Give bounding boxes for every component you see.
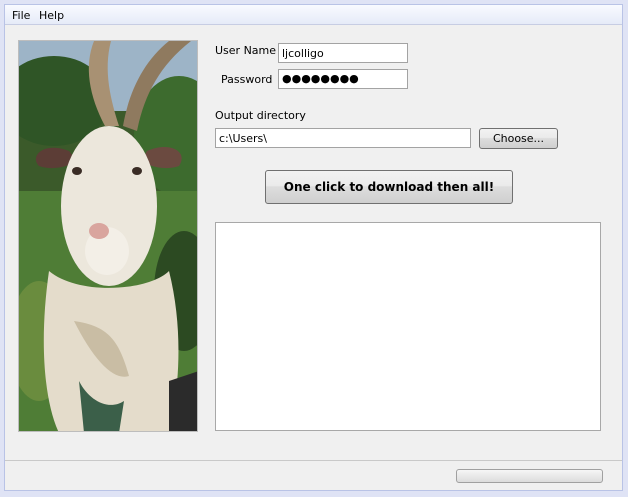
menu-help[interactable]: Help xyxy=(39,9,64,22)
username-field[interactable] xyxy=(278,43,408,63)
output-directory-label: Output directory xyxy=(215,109,306,122)
username-label: User Name xyxy=(215,44,277,57)
menu-file[interactable]: File xyxy=(12,9,30,22)
progress-bar xyxy=(456,469,603,483)
status-bar xyxy=(5,460,622,490)
download-all-button[interactable]: One click to download then all! xyxy=(265,170,513,204)
password-label: Password xyxy=(221,73,273,86)
password-field[interactable]: ●●●●●●●● xyxy=(278,69,408,89)
goat-photo xyxy=(18,40,198,432)
menu-bar: File Help xyxy=(5,5,622,25)
output-directory-field[interactable] xyxy=(215,128,471,148)
main-window: File Help User Name Passwor xyxy=(4,4,623,491)
choose-button[interactable]: Choose... xyxy=(479,128,558,149)
log-textarea[interactable] xyxy=(215,222,601,431)
